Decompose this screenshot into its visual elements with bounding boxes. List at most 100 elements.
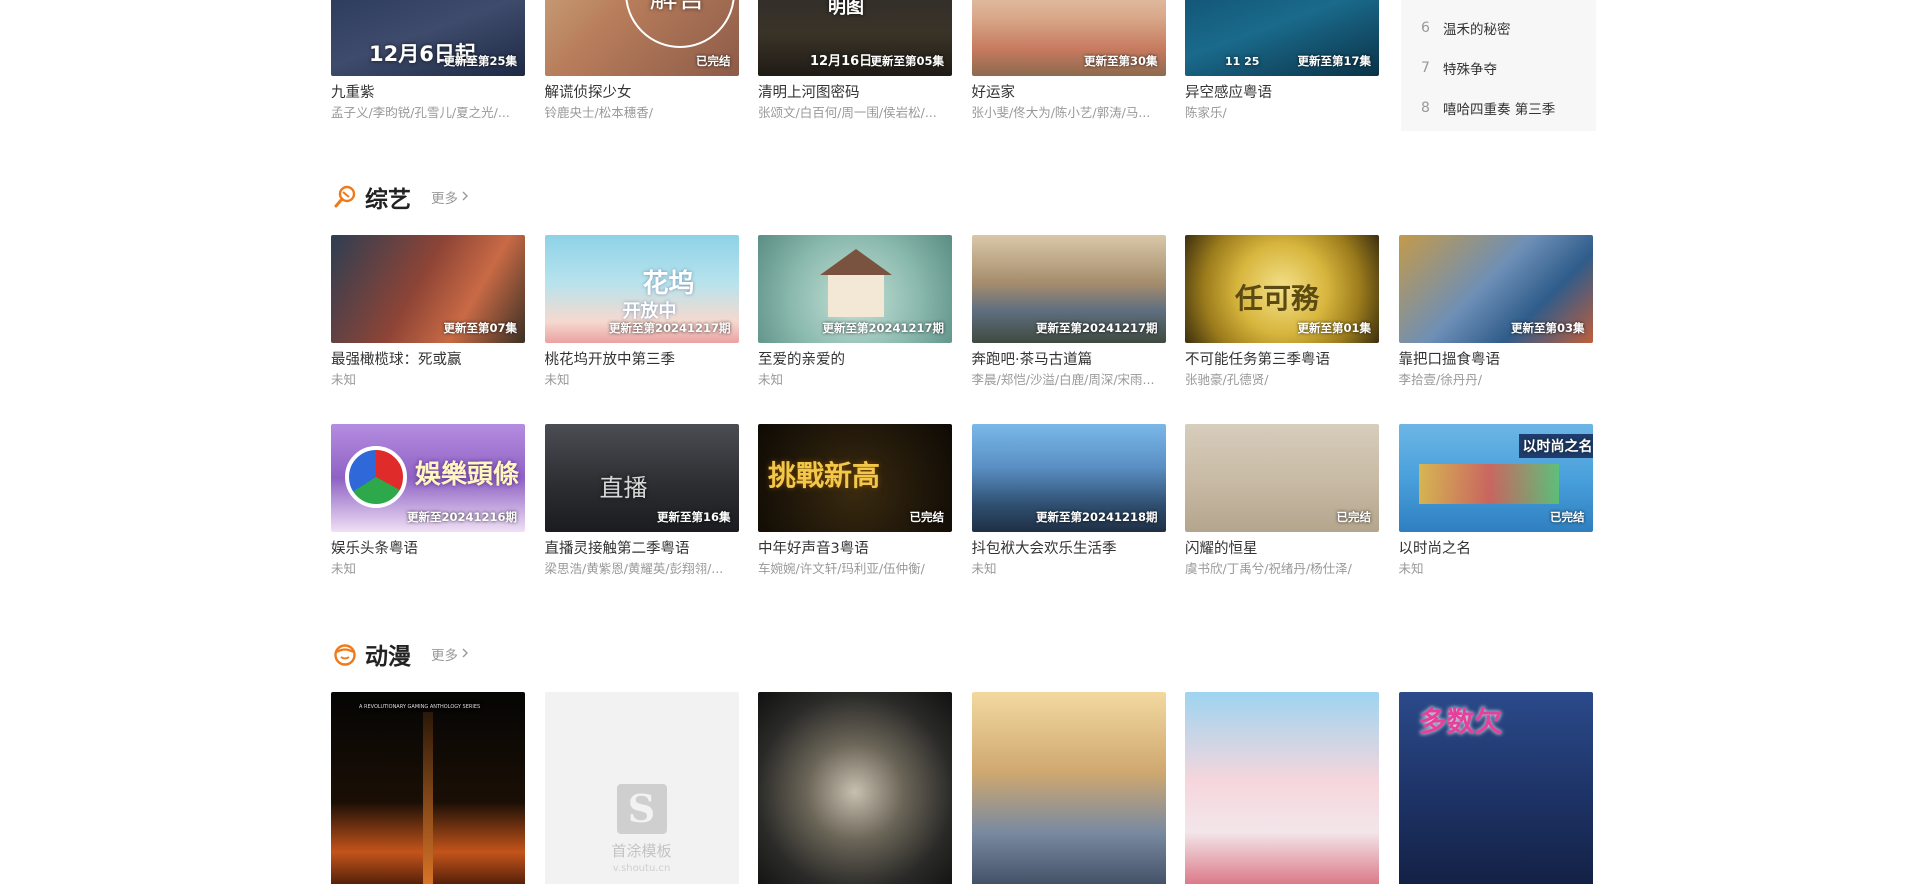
video-card[interactable]: S 首涂模板 v.shoutu.cn bbox=[544, 692, 739, 884]
video-title[interactable]: 清明上河图密码 bbox=[758, 84, 952, 102]
placeholder-url: v.shoutu.cn bbox=[612, 863, 671, 874]
video-title[interactable]: 至爱的亲爱的 bbox=[758, 351, 952, 369]
video-thumbnail[interactable]: 挑戰新高 已完结 bbox=[758, 424, 952, 532]
video-title[interactable]: 解谎侦探少女 bbox=[545, 84, 739, 102]
episode-badge: 已完结 bbox=[1336, 510, 1372, 524]
video-card[interactable]: 更新至第20241218期 抖包袱大会欢乐生活季 未知 bbox=[971, 424, 1166, 577]
episode-badge: 已完结 bbox=[696, 54, 731, 68]
video-cast: 未知 bbox=[971, 561, 997, 576]
video-thumbnail[interactable]: A REVOLUTIONARY GAMING ANTHOLOGY SERIES bbox=[331, 692, 525, 884]
video-thumbnail[interactable]: 已完结 bbox=[1185, 424, 1379, 532]
video-card[interactable] bbox=[971, 692, 1166, 884]
ranking-title[interactable]: 特殊争夺 bbox=[1443, 58, 1497, 78]
video-title[interactable]: 抖包袱大会欢乐生活季 bbox=[972, 540, 1166, 558]
house-roof bbox=[820, 249, 892, 275]
video-title[interactable]: 桃花坞开放中第三季 bbox=[545, 351, 739, 369]
video-title[interactable]: 不可能任务第三季粤语 bbox=[1185, 351, 1379, 369]
video-card[interactable] bbox=[1185, 692, 1379, 884]
video-card[interactable]: 多数欠 bbox=[1398, 692, 1593, 884]
video-card[interactable]: 更新至第20241217期 至爱的亲爱的 未知 bbox=[758, 235, 952, 388]
video-title[interactable]: 九重紫 bbox=[331, 84, 525, 102]
video-thumbnail[interactable]: 码河明图 12月16日 更新至第05集 bbox=[758, 0, 952, 76]
video-thumbnail[interactable]: 以时尚之名 已完结 bbox=[1398, 424, 1593, 532]
video-thumbnail[interactable]: 娛樂頭條 更新至20241216期 bbox=[331, 424, 525, 532]
video-thumbnail[interactable]: 更新至第20241217期 bbox=[758, 235, 952, 343]
video-thumbnail[interactable]: 更新至第30集 bbox=[971, 0, 1166, 76]
video-title[interactable]: 以时尚之名 bbox=[1399, 540, 1593, 558]
video-title[interactable]: 靠把口搵食粤语 bbox=[1399, 351, 1593, 369]
poster-text: 直播 bbox=[599, 474, 648, 502]
video-title[interactable]: 最强橄榄球：死或赢 bbox=[331, 351, 525, 369]
video-cast: 未知 bbox=[1398, 561, 1424, 576]
video-card[interactable]: 更新至第30集 好运家 张小斐/佟大为/陈小艺/郭涛/马... bbox=[971, 0, 1166, 121]
section-title: 动漫 bbox=[365, 644, 411, 670]
video-cast: 未知 bbox=[544, 372, 570, 387]
video-card[interactable]: 娛樂頭條 更新至20241216期 娱乐头条粤语 未知 bbox=[331, 424, 525, 577]
episode-badge: 更新至第16集 bbox=[656, 510, 731, 524]
more-link[interactable]: 更多 bbox=[431, 187, 469, 207]
video-card[interactable]: 已完结 闪耀的恒星 虞书欣/丁禹兮/祝绪丹/杨仕泽/ bbox=[1185, 424, 1379, 577]
video-card[interactable]: 直播 更新至第16集 直播灵接触第二季粤语 梁思浩/黄紫恩/黄耀英/彭翔翎/..… bbox=[544, 424, 739, 577]
video-card[interactable]: 解言 已完结 解谎侦探少女 铃鹿央士/松本穗香/ bbox=[544, 0, 739, 121]
video-thumbnail[interactable]: 直播 更新至第16集 bbox=[544, 424, 739, 532]
ranking-item[interactable]: 8 嘻哈四重奏 第三季 bbox=[1421, 88, 1596, 128]
more-link[interactable]: 更多 bbox=[431, 644, 469, 664]
poster-date: 12月16日 bbox=[810, 54, 873, 69]
anime-row: A REVOLUTIONARY GAMING ANTHOLOGY SERIES … bbox=[331, 692, 1593, 884]
video-card[interactable]: 更新至第20241217期 奔跑吧·茶马古道篇 李晨/郑恺/沙溢/白鹿/周深/宋… bbox=[971, 235, 1166, 388]
video-card[interactable]: 挑戰新高 已完结 中年好声音3粤语 车婉婉/许文轩/玛利亚/伍仲衡/ bbox=[758, 424, 952, 577]
ranking-title[interactable]: 温禾的秘密 bbox=[1443, 18, 1511, 38]
video-card[interactable]: 以时尚之名 已完结 以时尚之名 未知 bbox=[1398, 424, 1593, 577]
video-card[interactable]: 11 25 更新至第17集 异空感应粤语 陈家乐/ bbox=[1185, 0, 1379, 121]
video-thumbnail[interactable]: 更新至第07集 bbox=[331, 235, 525, 343]
video-card[interactable]: 码河明图 12月16日 更新至第05集 清明上河图密码 张颂文/白百何/周一围/… bbox=[758, 0, 952, 121]
video-title[interactable]: 娱乐头条粤语 bbox=[331, 540, 525, 558]
video-thumbnail[interactable]: 12月6日起 更新至第25集 bbox=[331, 0, 525, 76]
video-card[interactable]: 花坞 开放中 更新至第20241217期 桃花坞开放中第三季 未知 bbox=[544, 235, 739, 388]
video-cast: 未知 bbox=[331, 561, 357, 576]
episode-badge: 已完结 bbox=[909, 510, 945, 524]
video-card[interactable] bbox=[758, 692, 952, 884]
video-title[interactable]: 中年好声音3粤语 bbox=[758, 540, 952, 558]
video-card[interactable]: 更新至第03集 靠把口搵食粤语 李拾壹/徐丹丹/ bbox=[1398, 235, 1593, 388]
video-title[interactable]: 闪耀的恒星 bbox=[1185, 540, 1379, 558]
episode-badge: 更新至第25集 bbox=[443, 54, 517, 68]
video-card[interactable]: 12月6日起 更新至第25集 九重紫 孟子义/李昀锐/孔雪儿/夏之光/... bbox=[331, 0, 525, 121]
video-thumbnail[interactable]: 解言 已完结 bbox=[544, 0, 739, 76]
video-thumbnail-placeholder[interactable]: S 首涂模板 v.shoutu.cn bbox=[544, 692, 739, 884]
video-thumbnail[interactable]: 更新至第03集 bbox=[1398, 235, 1593, 343]
video-thumbnail[interactable]: 更新至第20241217期 bbox=[971, 235, 1166, 343]
video-title[interactable]: 直播灵接触第二季粤语 bbox=[545, 540, 739, 558]
video-thumbnail[interactable] bbox=[971, 692, 1166, 884]
poster-text: 花坞 bbox=[642, 269, 695, 299]
anime-icon bbox=[331, 640, 359, 668]
video-cast: 张颂文/白百何/周一围/侯岩松/... bbox=[758, 105, 937, 120]
section-header-variety: 综艺 更多 bbox=[331, 180, 469, 214]
video-title[interactable]: 异空感应粤语 bbox=[1185, 84, 1379, 102]
video-card[interactable]: 更新至第07集 最强橄榄球：死或赢 未知 bbox=[331, 235, 525, 388]
video-card[interactable]: 任可務 更新至第01集 不可能任务第三季粤语 张驰豪/孔德贤/ bbox=[1185, 235, 1379, 388]
video-title[interactable]: 好运家 bbox=[972, 84, 1166, 102]
house-illustration bbox=[828, 271, 884, 317]
video-thumbnail[interactable] bbox=[758, 692, 952, 884]
more-label: 更多 bbox=[431, 191, 458, 207]
episode-badge: 已完结 bbox=[1550, 510, 1585, 524]
video-thumbnail[interactable]: 任可務 更新至第01集 bbox=[1185, 235, 1379, 343]
ranking-item[interactable]: 6 温禾的秘密 bbox=[1421, 8, 1596, 48]
episode-badge: 更新至第20241217期 bbox=[1035, 321, 1158, 335]
video-thumbnail[interactable]: 花坞 开放中 更新至第20241217期 bbox=[544, 235, 739, 343]
episode-badge: 更新至第17集 bbox=[1297, 54, 1371, 68]
video-card[interactable]: A REVOLUTIONARY GAMING ANTHOLOGY SERIES bbox=[331, 692, 525, 884]
video-thumbnail[interactable]: 更新至第20241218期 bbox=[971, 424, 1166, 532]
video-cast: 未知 bbox=[331, 372, 357, 387]
video-thumbnail[interactable]: 多数欠 bbox=[1398, 692, 1593, 884]
video-thumbnail[interactable]: 11 25 更新至第17集 bbox=[1185, 0, 1379, 76]
ranking-title[interactable]: 嘻哈四重奏 第三季 bbox=[1443, 98, 1555, 118]
more-label: 更多 bbox=[431, 648, 458, 664]
episode-badge: 更新至第01集 bbox=[1297, 321, 1371, 335]
poster-text: 挑戰新高 bbox=[768, 459, 881, 492]
video-title[interactable]: 奔跑吧·茶马古道篇 bbox=[972, 351, 1166, 369]
video-cast: 未知 bbox=[758, 372, 784, 387]
video-thumbnail[interactable] bbox=[1185, 692, 1379, 884]
ranking-item[interactable]: 7 特殊争夺 bbox=[1421, 48, 1596, 88]
